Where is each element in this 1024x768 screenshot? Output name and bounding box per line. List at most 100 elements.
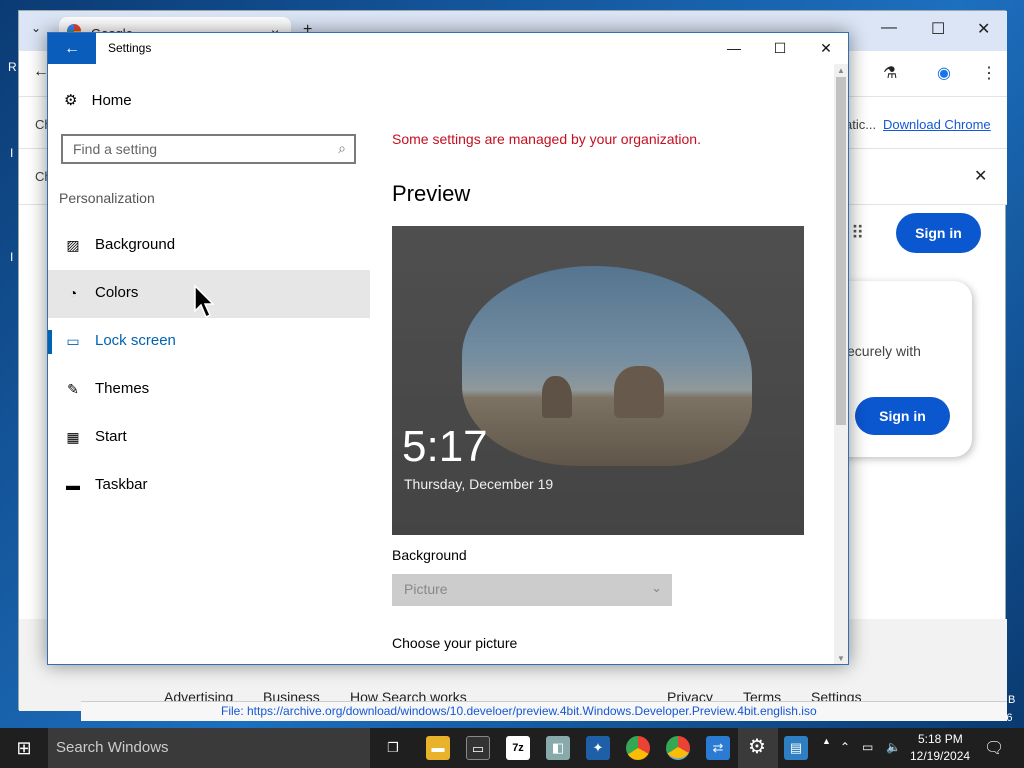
taskbar: ⊞ Search Windows ❐ ▬ ▭ 7z ◧ ✦ ⇄ ⚙ ▤ ▲ ⌃ … — [0, 728, 1024, 768]
settings-content: Some settings are managed by your organi… — [370, 64, 836, 665]
taskbar-search[interactable]: Search Windows — [48, 728, 370, 768]
picture-thumbnail[interactable] — [632, 664, 708, 665]
scroll-tray-icon[interactable]: ▲ — [822, 736, 831, 746]
chrome-icon[interactable] — [666, 736, 690, 760]
preview-heading: Preview — [392, 181, 471, 206]
desktop-icon-label: I — [10, 250, 14, 264]
nav-label: Colors — [95, 284, 139, 301]
windows-logo-icon: ⊞ — [16, 738, 32, 758]
close-notice-icon[interactable]: ✕ — [974, 166, 987, 186]
nav-item-lock-screen[interactable]: ▭ Lock screen — [48, 318, 370, 366]
download-bar: File: https://archive.org/download/windo… — [81, 701, 1007, 721]
nav-item-start[interactable]: ▦ Start — [48, 414, 370, 462]
lock-screen-date: Thursday, December 19 — [404, 476, 554, 492]
settings-window: ← Settings — ☐ ✕ ⚙ Home Find a setting ⌕… — [47, 32, 849, 665]
infobar-text: atic... — [845, 117, 877, 132]
volume-muted-icon[interactable]: 🔈 — [886, 740, 901, 754]
managed-by-org-message: Some settings are managed by your organi… — [392, 131, 701, 147]
show-hidden-icons-icon[interactable]: ⌃ — [840, 740, 850, 754]
home-nav-item[interactable]: ⚙ Home — [64, 91, 132, 109]
minimize-icon: — — [727, 40, 741, 56]
window-title: Settings — [108, 41, 152, 55]
picture-thumbnail[interactable] — [392, 664, 468, 665]
find-setting-input[interactable]: Find a setting ⌕ — [61, 134, 356, 164]
task-view-icon[interactable]: ❐ — [381, 736, 405, 760]
app-icon[interactable]: ▤ — [784, 736, 808, 760]
taskbar-icon: ▬ — [66, 477, 80, 493]
card-sign-in-button[interactable]: Sign in — [855, 397, 950, 435]
nav-label: Start — [95, 428, 127, 445]
desktop-icon-label: I — [10, 146, 14, 160]
desktop-icon-label: R — [8, 60, 17, 74]
download-chrome-link[interactable]: Download Chrome — [883, 117, 991, 132]
back-arrow-icon: ← — [64, 40, 80, 57]
network-icon[interactable]: ▭ — [862, 740, 873, 754]
minimize-icon[interactable]: — — [881, 19, 897, 37]
close-icon[interactable]: ✕ — [977, 19, 990, 39]
nav-item-taskbar[interactable]: ▬ Taskbar — [48, 462, 370, 510]
settings-title-bar: ← Settings — ☐ ✕ — [48, 33, 848, 64]
maximize-icon: ☐ — [773, 40, 787, 56]
profile-icon[interactable]: ◉ — [937, 63, 951, 83]
chevron-down-icon: ⌄ — [651, 580, 662, 595]
card-text: ecurely with — [847, 343, 921, 359]
close-button[interactable]: ✕ — [803, 33, 848, 64]
gear-icon: ⚙ — [64, 92, 78, 109]
home-label: Home — [91, 92, 132, 109]
close-icon: ✕ — [820, 40, 832, 56]
clock-time[interactable]: 5:18 PM — [918, 732, 963, 746]
desktop-icon-label: B — [1008, 694, 1016, 706]
file-explorer-icon[interactable]: ▬ — [426, 736, 450, 760]
nav-label: Themes — [95, 380, 150, 397]
labs-flask-icon[interactable]: ⚗ — [883, 63, 897, 83]
picture-icon: ▨ — [66, 237, 80, 253]
section-title: Personalization — [59, 190, 155, 206]
nav-item-themes[interactable]: ✎ Themes — [48, 366, 370, 414]
tab-search-icon[interactable]: ⌄ — [31, 21, 41, 35]
chrome-icon[interactable] — [626, 736, 650, 760]
picture-thumbnail[interactable] — [472, 664, 548, 665]
mouse-cursor-icon — [194, 285, 215, 319]
search-icon: ⌕ — [338, 140, 346, 156]
back-button[interactable]: ← — [48, 33, 96, 64]
app-icon[interactable]: ◧ — [546, 736, 570, 760]
start-icon: ▦ — [66, 429, 80, 445]
search-placeholder: Find a setting — [73, 141, 158, 157]
background-dropdown[interactable]: Picture ⌄ — [392, 574, 672, 606]
taskbar-search-placeholder: Search Windows — [56, 739, 169, 756]
sign-in-card: ecurely with Sign in — [837, 281, 972, 457]
download-file-text[interactable]: File: https://archive.org/download/windo… — [221, 704, 817, 718]
maximize-icon[interactable]: ☐ — [931, 19, 945, 39]
nav-label: Background — [95, 236, 176, 253]
picture-thumbnail[interactable] — [552, 664, 628, 665]
sign-in-button[interactable]: Sign in — [896, 213, 981, 253]
start-button[interactable]: ⊞ — [0, 728, 48, 768]
dropdown-value: Picture — [404, 581, 448, 597]
nav-label: Lock screen — [95, 332, 176, 349]
background-label: Background — [392, 547, 467, 563]
minimize-button[interactable]: — — [711, 33, 757, 64]
scroll-down-icon[interactable]: ▼ — [837, 654, 845, 663]
app-icon[interactable]: ✦ — [586, 736, 610, 760]
maximize-button[interactable]: ☐ — [757, 33, 803, 64]
settings-taskbar-button[interactable]: ⚙ — [738, 728, 778, 768]
menu-kebab-icon[interactable]: ⋮ — [981, 63, 997, 83]
gear-icon: ⚙ — [748, 736, 766, 758]
command-prompt-icon[interactable]: ▭ — [466, 736, 490, 760]
apps-grid-icon[interactable]: ⠿ — [851, 223, 864, 244]
app-icon[interactable]: ⇄ — [706, 736, 730, 760]
lock-screen-time: 5:17 — [402, 422, 488, 471]
notifications-icon[interactable]: 🗨 — [984, 738, 1004, 758]
7zip-icon[interactable]: 7z — [506, 736, 530, 760]
lock-screen-preview: 5:17 Thursday, December 19 — [392, 226, 804, 535]
choose-picture-label: Choose your picture — [392, 635, 518, 651]
lock-screen-icon: ▭ — [66, 333, 80, 349]
themes-icon: ✎ — [67, 381, 79, 397]
picture-thumbnail[interactable] — [712, 664, 788, 665]
clock-date[interactable]: 12/19/2024 — [910, 749, 970, 763]
palette-icon: ◔ — [68, 285, 78, 301]
scroll-up-icon[interactable]: ▲ — [837, 66, 845, 75]
nav-label: Taskbar — [95, 476, 148, 493]
scrollbar-thumb[interactable] — [836, 77, 846, 425]
nav-item-background[interactable]: ▨ Background — [48, 222, 370, 270]
